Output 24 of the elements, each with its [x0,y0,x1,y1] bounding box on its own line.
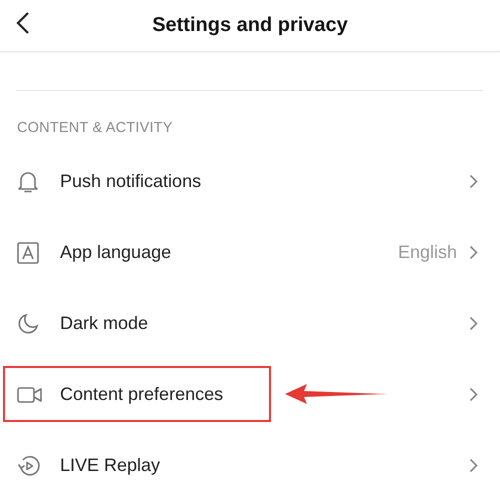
settings-row[interactable]: Push notifications [0,146,500,217]
row-label: Dark mode [60,313,148,334]
row-label: Push notifications [60,171,202,192]
row-label: App language [60,242,172,263]
row-label: LIVE Replay [60,455,160,476]
letter-a-icon [17,242,39,264]
row-label: Content preferences [60,384,224,405]
settings-row[interactable]: Dark mode [0,288,500,359]
chevron-right-icon [469,174,478,189]
chevron-right-icon [469,245,478,260]
row-value: English [398,242,457,263]
video-camera-icon [17,386,43,404]
chevron-right-icon [469,316,478,331]
moon-icon [17,312,39,334]
settings-row[interactable]: App language English [0,217,500,288]
back-icon[interactable] [16,11,30,35]
chevron-right-icon [469,458,478,473]
chevron-right-icon [469,387,478,402]
settings-row[interactable]: Content preferences [0,359,500,430]
bell-icon [17,170,39,194]
page-title: Settings and privacy [152,14,348,37]
section-header: CONTENT & ACTIVITY [16,119,174,138]
settings-row[interactable]: LIVE Replay [0,430,500,493]
replay-icon [17,454,41,478]
